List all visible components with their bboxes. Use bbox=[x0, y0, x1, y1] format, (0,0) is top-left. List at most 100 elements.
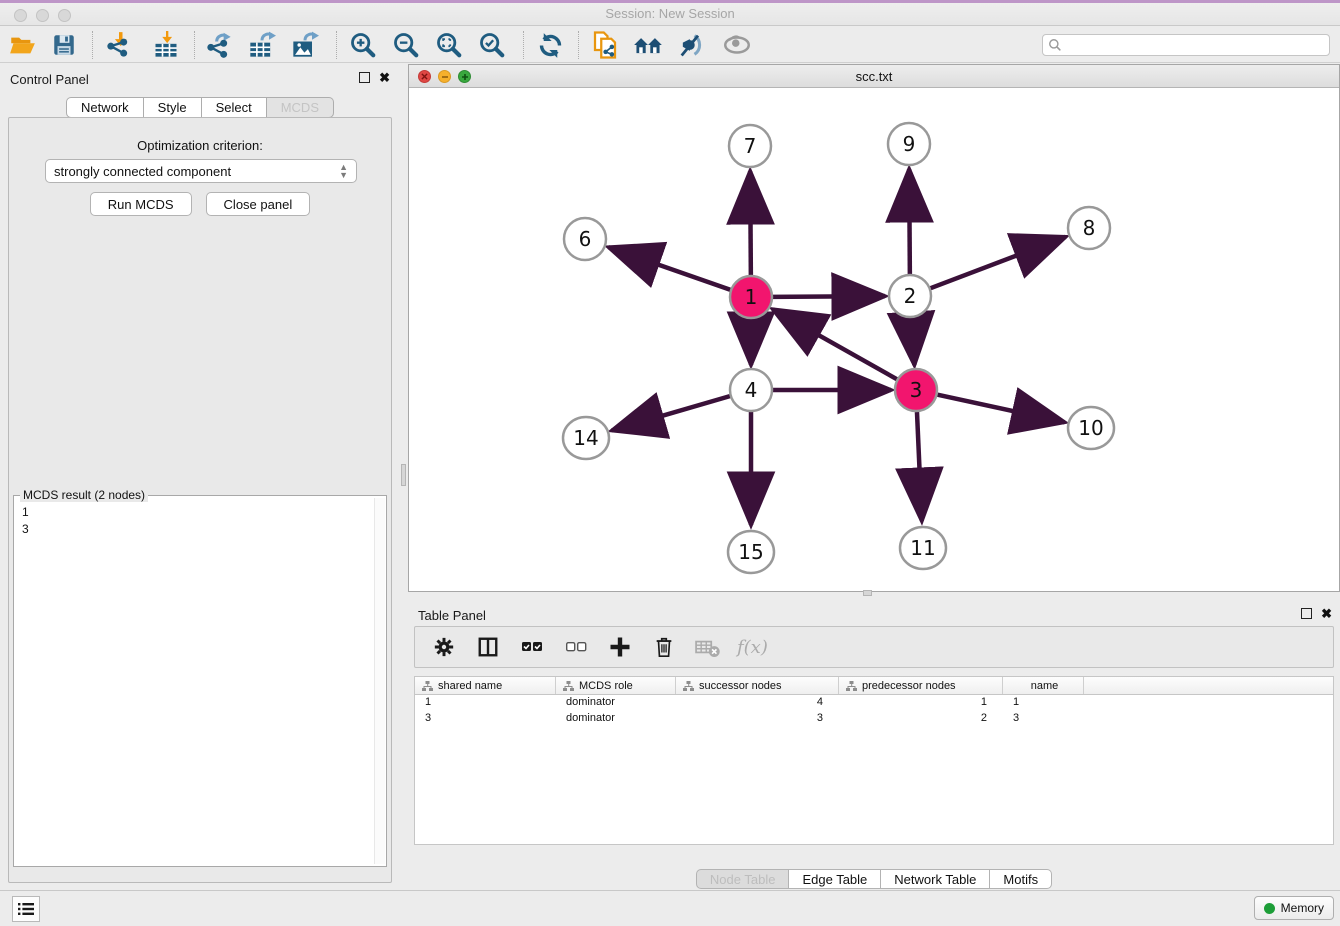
select-all-icon[interactable] bbox=[517, 632, 547, 662]
import-network-icon[interactable] bbox=[102, 29, 136, 61]
table-cell[interactable]: 2 bbox=[839, 711, 1003, 727]
zoom-out-icon[interactable] bbox=[389, 29, 423, 61]
node-11[interactable]: 11 bbox=[900, 527, 946, 569]
table-settings-icon[interactable] bbox=[429, 632, 459, 662]
table-row[interactable]: 3dominator323 bbox=[415, 711, 1333, 727]
node-10[interactable]: 10 bbox=[1068, 407, 1114, 449]
tab-mcds[interactable]: MCDS bbox=[267, 97, 334, 118]
search-field[interactable] bbox=[1042, 34, 1330, 56]
open-session-icon[interactable] bbox=[5, 29, 39, 61]
edge-1-6[interactable] bbox=[609, 247, 731, 289]
deselect-all-icon[interactable] bbox=[561, 632, 591, 662]
edge-1-7[interactable] bbox=[750, 171, 751, 275]
node-1[interactable]: 1 bbox=[730, 276, 772, 318]
table-cell[interactable]: 3 bbox=[1003, 711, 1084, 727]
search-icon bbox=[1048, 38, 1062, 52]
task-history-button[interactable] bbox=[12, 896, 40, 922]
network-window: scc.txt 7 9 6 8 1 2 4 3 14 10 15 11 bbox=[408, 64, 1340, 592]
network-canvas[interactable]: 7 9 6 8 1 2 4 3 14 10 15 11 bbox=[409, 88, 1339, 591]
save-session-icon[interactable] bbox=[47, 29, 81, 61]
node-2[interactable]: 2 bbox=[889, 275, 931, 317]
table-row[interactable]: 1dominator411 bbox=[415, 695, 1333, 711]
network-from-selection-icon[interactable] bbox=[588, 29, 622, 61]
tab-motifs[interactable]: Motifs bbox=[990, 869, 1052, 889]
tab-edge-table[interactable]: Edge Table bbox=[789, 869, 881, 889]
refresh-icon[interactable] bbox=[533, 29, 567, 61]
delete-table-icon[interactable] bbox=[693, 632, 723, 662]
edge-2-8[interactable] bbox=[931, 237, 1066, 288]
splitter-handle[interactable] bbox=[401, 464, 406, 486]
title-bar: Session: New Session bbox=[0, 0, 1340, 26]
table-cell[interactable]: dominator bbox=[556, 695, 676, 711]
run-mcds-button[interactable]: Run MCDS bbox=[90, 192, 192, 216]
edge-3-10[interactable] bbox=[937, 395, 1064, 423]
delete-column-icon[interactable] bbox=[649, 632, 679, 662]
edge-2-3[interactable] bbox=[911, 318, 914, 365]
zoom-in-icon[interactable] bbox=[346, 29, 380, 61]
show-all-icon[interactable] bbox=[720, 29, 754, 61]
first-neighbors-icon[interactable] bbox=[631, 29, 665, 61]
node-4[interactable]: 4 bbox=[730, 369, 772, 411]
node-15[interactable]: 15 bbox=[728, 531, 774, 573]
column-header-shared-name[interactable]: shared name bbox=[415, 677, 556, 694]
node-8[interactable]: 8 bbox=[1068, 207, 1110, 249]
edge-3-11[interactable] bbox=[917, 412, 922, 521]
status-bar: Memory bbox=[0, 890, 1340, 926]
column-view-icon[interactable] bbox=[473, 632, 503, 662]
add-column-icon[interactable] bbox=[605, 632, 635, 662]
export-network-icon[interactable] bbox=[202, 29, 236, 61]
toolbar-separator bbox=[523, 31, 524, 59]
tab-node-table[interactable]: Node Table bbox=[696, 869, 790, 889]
result-scrollbar[interactable] bbox=[374, 498, 385, 864]
close-panel-icon[interactable]: ✖ bbox=[379, 72, 390, 83]
toolbar-separator bbox=[578, 31, 579, 59]
column-header-name[interactable]: name bbox=[1003, 677, 1084, 694]
export-image-icon[interactable] bbox=[288, 29, 322, 61]
node-3[interactable]: 3 bbox=[895, 369, 937, 411]
tab-network-table[interactable]: Network Table bbox=[881, 869, 990, 889]
zoom-selected-icon[interactable] bbox=[475, 29, 509, 61]
edge-3-1[interactable] bbox=[773, 309, 897, 379]
table-cell[interactable]: dominator bbox=[556, 711, 676, 727]
node-table: shared nameMCDS rolesuccessor nodesprede… bbox=[414, 676, 1334, 845]
column-header-predecessor-nodes[interactable]: predecessor nodes bbox=[839, 677, 1003, 694]
criterion-select[interactable]: strongly connected component ▲▼ bbox=[45, 159, 357, 183]
edge-4-14[interactable] bbox=[612, 396, 730, 430]
tab-style[interactable]: Style bbox=[144, 97, 202, 118]
close-table-panel-icon[interactable]: ✖ bbox=[1321, 608, 1332, 619]
criterion-value: strongly connected component bbox=[54, 164, 231, 179]
horizontal-splitter-handle[interactable] bbox=[863, 590, 872, 596]
column-header-successor-nodes[interactable]: successor nodes bbox=[676, 677, 839, 694]
network-graph[interactable]: 7 9 6 8 1 2 4 3 14 10 15 11 bbox=[409, 88, 1339, 591]
svg-text:11: 11 bbox=[910, 536, 935, 560]
tab-select[interactable]: Select bbox=[202, 97, 267, 118]
node-9[interactable]: 9 bbox=[888, 123, 930, 165]
tab-network[interactable]: Network bbox=[66, 97, 144, 118]
import-table-icon[interactable] bbox=[149, 29, 183, 61]
table-cell[interactable]: 1 bbox=[839, 695, 1003, 711]
close-panel-button[interactable]: Close panel bbox=[206, 192, 311, 216]
table-cell[interactable]: 4 bbox=[676, 695, 839, 711]
zoom-fit-icon[interactable] bbox=[432, 29, 466, 61]
export-table-icon[interactable] bbox=[245, 29, 279, 61]
float-table-panel-icon[interactable] bbox=[1301, 608, 1312, 619]
edge-1-2[interactable] bbox=[773, 296, 885, 297]
vertical-splitter[interactable] bbox=[400, 64, 408, 890]
node-7[interactable]: 7 bbox=[729, 125, 771, 167]
memory-button[interactable]: Memory bbox=[1254, 896, 1334, 920]
function-builder-icon[interactable]: f(x) bbox=[737, 637, 768, 658]
mcds-result-text[interactable]: 1 3 bbox=[14, 499, 386, 865]
table-cell[interactable]: 3 bbox=[676, 711, 839, 727]
table-cell[interactable]: 1 bbox=[415, 695, 556, 711]
edge-2-9[interactable] bbox=[909, 169, 910, 274]
hide-selected-icon[interactable] bbox=[674, 29, 708, 61]
node-6[interactable]: 6 bbox=[564, 218, 606, 260]
column-header-MCDS-role[interactable]: MCDS role bbox=[556, 677, 676, 694]
float-panel-icon[interactable] bbox=[359, 72, 370, 83]
table-cell[interactable]: 3 bbox=[415, 711, 556, 727]
network-window-titlebar[interactable]: scc.txt bbox=[409, 65, 1339, 88]
search-input[interactable] bbox=[1062, 37, 1329, 53]
table-cell[interactable]: 1 bbox=[1003, 695, 1084, 711]
control-panel: Control Panel ✖ NetworkStyleSelectMCDS O… bbox=[0, 64, 400, 890]
node-14[interactable]: 14 bbox=[563, 417, 609, 459]
